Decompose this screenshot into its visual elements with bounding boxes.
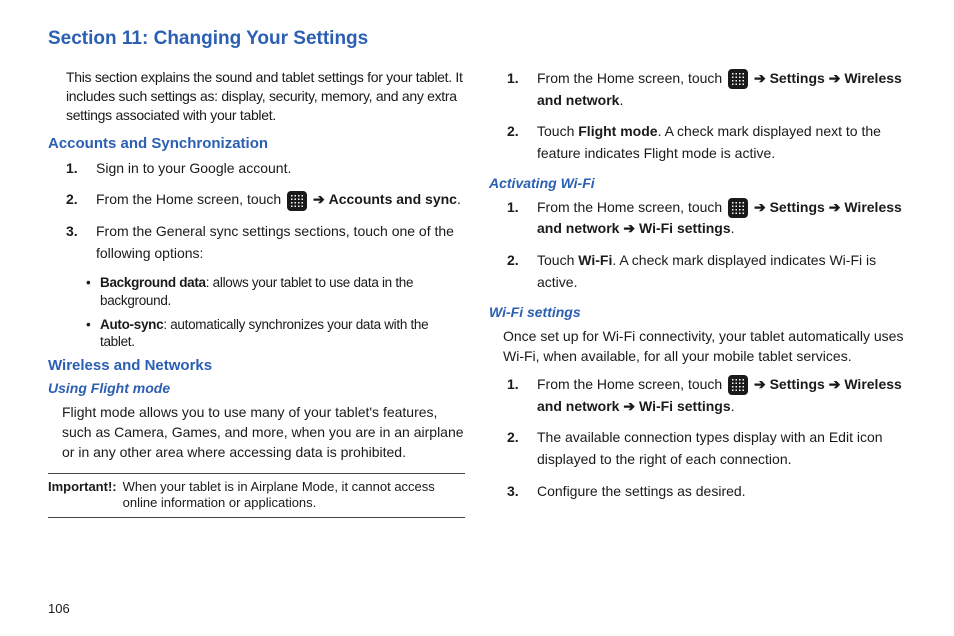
- bullet-item: Auto-sync: automatically synchronizes yo…: [90, 316, 465, 351]
- accounts-steps: Sign in to your Google account. From the…: [48, 158, 465, 265]
- flight-steps: From the Home screen, touch ➔ Settings ➔…: [489, 68, 906, 165]
- important-label: Important!:: [48, 479, 117, 513]
- step-text: From the Home screen, touch: [537, 199, 726, 215]
- step-item: From the Home screen, touch ➔ Settings ➔…: [507, 374, 906, 417]
- menu-path: Wi-Fi settings: [639, 398, 731, 414]
- menu-path: Settings: [770, 199, 825, 215]
- step-item: The available connection types display w…: [507, 427, 906, 470]
- step-item: From the General sync settings sections,…: [66, 221, 465, 264]
- heading-wireless: Wireless and Networks: [48, 357, 465, 374]
- bullet-item: Background data: allows your tablet to u…: [90, 274, 465, 309]
- intro-text: This section explains the sound and tabl…: [66, 68, 465, 125]
- page-title: Section 11: Changing Your Settings: [48, 28, 906, 50]
- period: .: [731, 220, 735, 236]
- menu-path: Wi-Fi: [578, 252, 612, 268]
- page-number: 106: [48, 601, 70, 616]
- step-item: Touch Flight mode. A check mark displaye…: [507, 121, 906, 164]
- menu-path: Wi-Fi settings: [639, 220, 731, 236]
- arrow-icon: ➔: [829, 199, 841, 215]
- step-item: Sign in to your Google account.: [66, 158, 465, 180]
- apps-icon: [728, 198, 748, 218]
- content-columns: This section explains the sound and tabl…: [48, 68, 906, 518]
- step-item: From the Home screen, touch ➔ Settings ➔…: [507, 197, 906, 240]
- subheading-flight: Using Flight mode: [48, 380, 465, 396]
- bullet-label: Background data: [100, 275, 206, 290]
- arrow-icon: ➔: [754, 70, 766, 86]
- step-item: From the Home screen, touch ➔ Accounts a…: [66, 189, 465, 211]
- subheading-wifi-set: Wi-Fi settings: [489, 304, 906, 320]
- accounts-bullets: Background data: allows your tablet to u…: [48, 274, 465, 350]
- step-text: From the Home screen, touch: [96, 191, 285, 207]
- step-text: From the Home screen, touch: [537, 376, 726, 392]
- subheading-wifi-act: Activating Wi-Fi: [489, 175, 906, 191]
- flight-para: Flight mode allows you to use many of yo…: [62, 402, 465, 463]
- arrow-icon: ➔: [623, 398, 635, 414]
- wifi-set-para: Once set up for Wi-Fi connectivity, your…: [503, 326, 906, 367]
- arrow-icon: ➔: [313, 191, 325, 207]
- step-text: From the Home screen, touch: [537, 70, 726, 86]
- apps-icon: [287, 191, 307, 211]
- period: .: [731, 398, 735, 414]
- menu-path: Settings: [770, 376, 825, 392]
- right-column: From the Home screen, touch ➔ Settings ➔…: [489, 68, 906, 518]
- arrow-icon: ➔: [754, 199, 766, 215]
- menu-path: Settings: [770, 70, 825, 86]
- step-item: Configure the settings as desired.: [507, 481, 906, 503]
- arrow-icon: ➔: [829, 376, 841, 392]
- important-box: Important!: When your tablet is in Airpl…: [48, 473, 465, 519]
- wifi-set-steps: From the Home screen, touch ➔ Settings ➔…: [489, 374, 906, 502]
- step-text: Touch: [537, 252, 578, 268]
- left-column: This section explains the sound and tabl…: [48, 68, 465, 518]
- arrow-icon: ➔: [623, 220, 635, 236]
- step-text: Touch: [537, 123, 578, 139]
- arrow-icon: ➔: [829, 70, 841, 86]
- heading-accounts: Accounts and Synchronization: [48, 135, 465, 152]
- menu-path: Flight mode: [578, 123, 657, 139]
- period: .: [619, 92, 623, 108]
- arrow-icon: ➔: [754, 376, 766, 392]
- important-text: When your tablet is in Airplane Mode, it…: [123, 479, 465, 513]
- step-item: Touch Wi-Fi. A check mark displayed indi…: [507, 250, 906, 293]
- wifi-act-steps: From the Home screen, touch ➔ Settings ➔…: [489, 197, 906, 294]
- apps-icon: [728, 375, 748, 395]
- menu-path: Accounts and sync: [329, 191, 457, 207]
- step-item: From the Home screen, touch ➔ Settings ➔…: [507, 68, 906, 111]
- apps-icon: [728, 69, 748, 89]
- period: .: [457, 191, 461, 207]
- bullet-label: Auto-sync: [100, 317, 163, 332]
